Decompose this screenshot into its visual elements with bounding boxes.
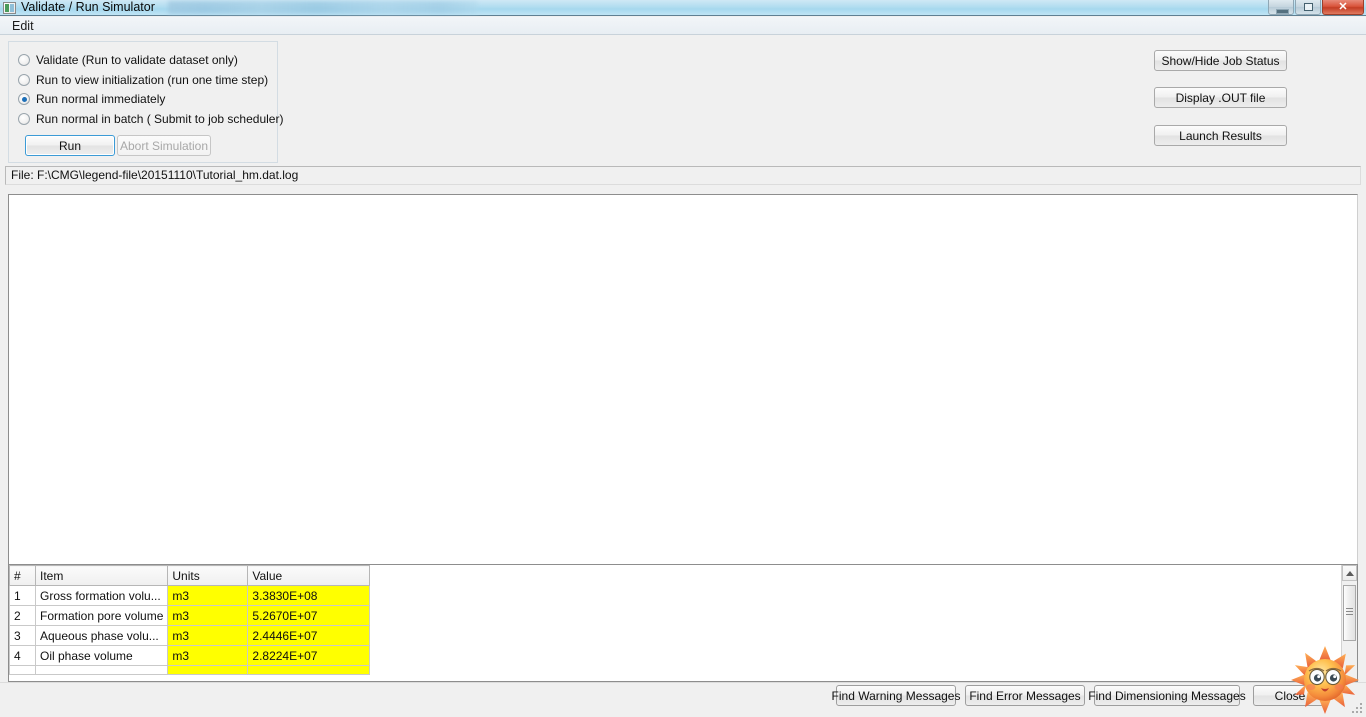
cell-units: m3 xyxy=(167,585,249,606)
cell-item: Aqueous phase volu... xyxy=(34,625,169,646)
radio-label: Run to view initialization (run one time… xyxy=(36,73,269,87)
cell-value: 3.3830E+08 xyxy=(247,585,371,606)
cell-number: 3 xyxy=(9,625,36,646)
cell-number xyxy=(9,665,36,675)
launch-results-button[interactable]: Launch Results xyxy=(1154,125,1287,146)
cell-item: Oil phase volume xyxy=(34,645,169,666)
results-table-panel: # Item Units Value 1 Gross formation vol… xyxy=(8,564,1358,682)
close-icon: ✕ xyxy=(1338,0,1348,13)
results-table: # Item Units Value 1 Gross formation vol… xyxy=(9,565,371,675)
column-header-item[interactable]: Item xyxy=(34,565,169,586)
cell-value: 5.2670E+07 xyxy=(247,605,371,626)
radio-label: Run normal immediately xyxy=(36,92,166,106)
window-titlebar: Validate / Run Simulator ✕ xyxy=(0,0,1366,16)
log-file-path-label: File: F:\CMG\legend-file\20151110\Tutori… xyxy=(5,166,1361,185)
menubar: Edit xyxy=(0,17,1366,35)
table-row[interactable]: 4 Oil phase volume m3 2.8224E+07 xyxy=(9,645,371,666)
cell-units xyxy=(167,665,249,675)
cell-value: 2.4446E+07 xyxy=(247,625,371,646)
menu-item-edit[interactable]: Edit xyxy=(7,18,39,34)
radio-option-run-initialization[interactable]: Run to view initialization (run one time… xyxy=(18,71,268,89)
radio-option-run-normal-immediately[interactable]: Run normal immediately xyxy=(18,90,165,108)
window-controls: ✕ xyxy=(1268,0,1364,16)
column-header-value[interactable]: Value xyxy=(247,565,371,586)
show-hide-job-status-button[interactable]: Show/Hide Job Status xyxy=(1154,50,1287,71)
table-row[interactable]: 1 Gross formation volu... m3 3.3830E+08 xyxy=(9,585,371,606)
close-button[interactable]: Close xyxy=(1253,685,1327,706)
table-row[interactable]: 2 Formation pore volume m3 5.2670E+07 xyxy=(9,605,371,626)
radio-label: Validate (Run to validate dataset only) xyxy=(36,53,238,67)
cell-value xyxy=(247,665,371,675)
minimize-button[interactable] xyxy=(1268,0,1294,15)
radio-icon-selected xyxy=(18,93,30,105)
run-button[interactable]: Run xyxy=(25,135,115,156)
run-options-panel: Validate (Run to validate dataset only) … xyxy=(8,41,283,163)
title-blurred-region xyxy=(168,1,478,14)
cell-item: Formation pore volume xyxy=(34,605,169,626)
abort-simulation-button: Abort Simulation xyxy=(117,135,211,156)
radio-label: Run normal in batch ( Submit to job sche… xyxy=(36,112,284,126)
display-out-file-button[interactable]: Display .OUT file xyxy=(1154,87,1287,108)
cell-number: 1 xyxy=(9,585,36,606)
find-error-messages-button[interactable]: Find Error Messages xyxy=(965,685,1085,706)
app-icon xyxy=(3,2,16,14)
main-surface: Validate (Run to validate dataset only) … xyxy=(0,36,1366,682)
window-title: Validate / Run Simulator xyxy=(21,0,155,14)
table-vertical-scrollbar[interactable] xyxy=(1341,565,1357,681)
restore-button[interactable] xyxy=(1295,0,1321,15)
cell-units: m3 xyxy=(167,645,249,666)
radio-icon xyxy=(18,113,30,125)
log-output-area[interactable] xyxy=(8,194,1358,578)
radio-icon xyxy=(18,74,30,86)
bottom-button-bar: Find Warning Messages Find Error Message… xyxy=(0,682,1366,717)
scroll-up-arrow-icon[interactable] xyxy=(1342,565,1357,581)
cell-item: Gross formation volu... xyxy=(34,585,169,606)
find-warning-messages-button[interactable]: Find Warning Messages xyxy=(832,685,960,706)
radio-option-run-batch[interactable]: Run normal in batch ( Submit to job sche… xyxy=(18,110,283,128)
cell-units: m3 xyxy=(167,625,249,646)
radio-icon xyxy=(18,54,30,66)
table-row[interactable]: 3 Aqueous phase volu... m3 2.4446E+07 xyxy=(9,625,371,646)
cell-units: m3 xyxy=(167,605,249,626)
cell-item xyxy=(34,665,169,675)
close-window-button[interactable]: ✕ xyxy=(1322,0,1364,15)
radio-option-validate[interactable]: Validate (Run to validate dataset only) xyxy=(18,51,238,69)
scrollbar-thumb[interactable] xyxy=(1343,585,1356,641)
column-header-number[interactable]: # xyxy=(9,565,36,586)
cell-number: 2 xyxy=(9,605,36,626)
cell-value: 2.8224E+07 xyxy=(247,645,371,666)
find-dimensioning-messages-button[interactable]: Find Dimensioning Messages xyxy=(1088,685,1246,706)
cell-number: 4 xyxy=(9,645,36,666)
table-header-row: # Item Units Value xyxy=(9,565,371,586)
resize-grip[interactable] xyxy=(1352,703,1364,715)
column-header-units[interactable]: Units xyxy=(167,565,249,586)
table-row[interactable] xyxy=(9,665,371,675)
